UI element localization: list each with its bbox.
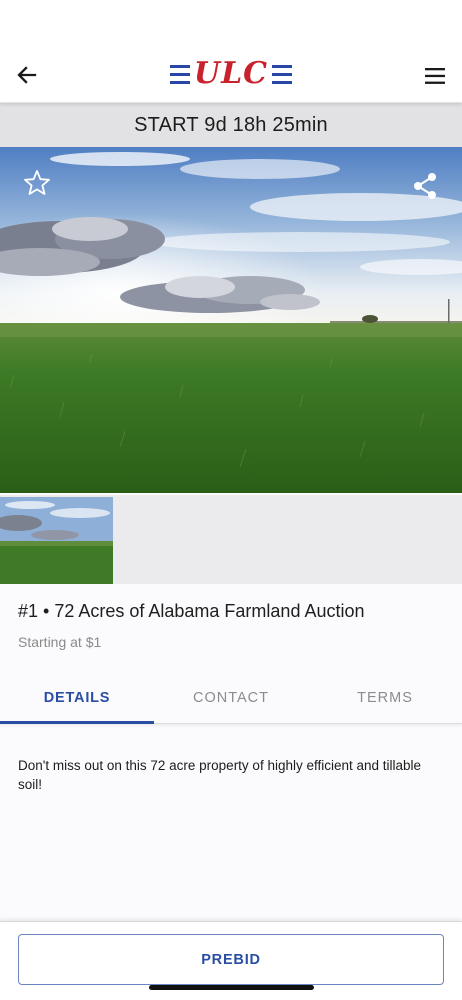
home-indicator[interactable]: [149, 985, 314, 990]
starting-price: Starting at $1: [18, 634, 102, 650]
logo-text: ULC: [193, 56, 269, 91]
star-outline-icon: [24, 170, 50, 195]
app-header: ULC: [0, 0, 462, 103]
auction-countdown: START 9d 18h 25min: [0, 103, 462, 147]
logo-bars-right: [272, 60, 293, 88]
prebid-button[interactable]: PREBID: [18, 934, 444, 985]
thumbnail-image[interactable]: [0, 497, 113, 584]
hamburger-menu-icon: [425, 68, 445, 84]
farmland-thumbnail: [0, 497, 113, 584]
listing-tabs: DETAILS CONTACT TERMS: [0, 671, 462, 724]
app-screen: ULC START 9d 18h 25min #1 • 72 Acres of …: [0, 0, 462, 1000]
favorite-button[interactable]: [22, 168, 52, 198]
share-button[interactable]: [412, 171, 438, 201]
back-button[interactable]: [14, 62, 40, 88]
logo-bars-left: [169, 60, 190, 88]
share-icon: [414, 173, 436, 199]
active-tab-indicator: [0, 721, 154, 724]
farmland-photo: [0, 147, 462, 493]
tab-contact[interactable]: CONTACT: [154, 671, 308, 724]
listing-title: #1 • 72 Acres of Alabama Farmland Auctio…: [18, 601, 365, 621]
listing-main-image[interactable]: [0, 147, 462, 493]
ulc-logo[interactable]: ULC: [164, 56, 298, 92]
tab-terms[interactable]: TERMS: [308, 671, 462, 724]
image-thumbnail-strip: [0, 495, 462, 584]
tab-details[interactable]: DETAILS: [0, 671, 154, 724]
menu-button[interactable]: [422, 64, 448, 88]
arrow-left-icon: [17, 66, 37, 84]
listing-description: Don't miss out on this 72 acre property …: [18, 758, 422, 792]
